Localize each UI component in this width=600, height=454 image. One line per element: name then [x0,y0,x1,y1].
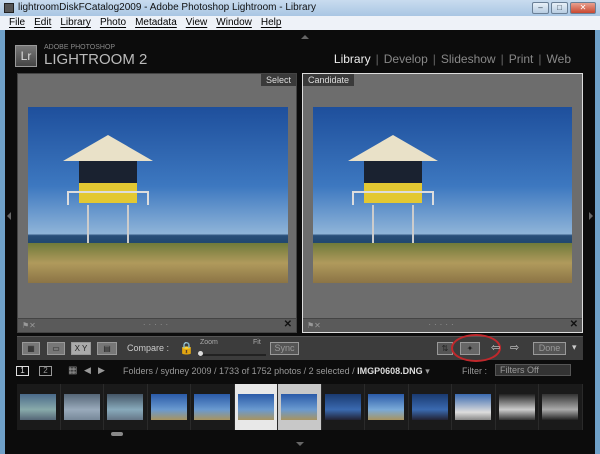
maximize-button[interactable]: □ [551,2,568,14]
rating-stars[interactable]: ····· [428,320,456,329]
zoom-label: Zoom [200,339,218,346]
minimize-button[interactable]: – [532,2,549,14]
menu-window[interactable]: Window [216,17,252,30]
module-library[interactable]: Library [334,52,371,66]
title-bar: lightroomDiskFCatalog2009 - Adobe Photos… [0,0,600,16]
done-button[interactable]: Done [533,342,566,355]
right-panel-toggle-icon[interactable] [589,212,593,220]
menu-library[interactable]: Library [60,17,91,30]
sync-button[interactable]: Sync [270,342,299,355]
close-pane-icon[interactable]: ✕ [570,319,578,330]
thumbnail[interactable] [191,384,235,430]
breadcrumb[interactable]: Folders / sydney 2009 / 1733 of 1752 pho… [123,366,430,377]
compare-label: Compare : [127,343,170,353]
select-pane-footer: ⚑✕ ····· ✕ [18,318,296,332]
lifeguard-tower [63,135,153,245]
toolbar-menu-chevron-icon[interactable]: ▾ [572,342,577,353]
fit-label: Fit [253,339,261,346]
rating-stars[interactable]: ····· [143,320,171,329]
compare-view-button[interactable]: X Y [71,342,91,355]
left-panel-toggle-icon[interactable] [7,212,11,220]
window-1-button[interactable]: 1 [16,366,29,376]
thumbnail[interactable] [496,384,539,430]
select-pane[interactable]: Select ⚑✕ ····· ✕ [17,73,297,333]
flag-icon[interactable]: ⚑✕ [307,321,321,330]
previous-arrow-icon[interactable]: ⇦ [491,341,500,354]
select-photo[interactable] [28,107,288,283]
thumbnail[interactable] [365,384,409,430]
thumbnail[interactable] [148,384,191,430]
candidate-label: Candidate [303,74,355,86]
select-label: Select [260,74,296,86]
thumbnail-selected[interactable] [234,384,278,430]
thumbnail[interactable] [17,384,61,430]
window-title: lightroomDiskFCatalog2009 - Adobe Photos… [18,2,316,13]
menu-photo[interactable]: Photo [100,17,126,30]
menu-file[interactable]: File [9,17,25,30]
thumbnail-selected[interactable] [278,384,322,430]
filter-select[interactable]: Filters Off [495,364,571,376]
menu-help[interactable]: Help [261,17,282,30]
module-slideshow[interactable]: Slideshow [441,52,496,66]
lightroom-logo: Lr [15,45,37,67]
menu-edit[interactable]: Edit [34,17,51,30]
module-web[interactable]: Web [547,52,571,66]
zoom-slider[interactable] [198,351,266,356]
back-arrow-icon[interactable]: ◀ [84,365,91,376]
next-arrow-icon[interactable]: ⇨ [510,341,519,354]
app-icon [4,3,14,13]
thumbnail[interactable] [61,384,104,430]
grid-icon[interactable]: ▦ [68,365,77,376]
candidate-pane-footer: ⚑✕ ····· ✕ [303,318,582,332]
filmstrip-header: 1 2 ▦ ◀ ▶ Folders / sydney 2009 / 1733 o… [5,362,595,380]
lifeguard-tower [348,135,438,245]
thumbnail[interactable] [322,384,365,430]
filter-label: Filter : [462,366,488,376]
candidate-pane[interactable]: Candidate ⚑✕ ····· ✕ [302,73,583,333]
module-picker: Library | Develop | Slideshow | Print | Web [333,52,571,66]
menu-bar: File Edit Library Photo Metadata View Wi… [0,16,600,30]
thumbnail[interactable] [539,384,583,430]
thumbnail[interactable] [104,384,148,430]
survey-view-button[interactable]: ▤ [97,342,117,355]
module-develop[interactable]: Develop [384,52,428,66]
flag-icon[interactable]: ⚑✕ [22,321,36,330]
candidate-photo[interactable] [313,107,572,283]
close-pane-icon[interactable]: ✕ [284,319,292,330]
brand-line1: ADOBE PHOTOSHOP [44,44,116,51]
bottom-panel-toggle-icon[interactable] [296,442,304,446]
top-panel-toggle-icon[interactable] [301,35,309,39]
close-button[interactable]: ✕ [570,2,596,14]
thumbnail[interactable] [409,384,452,430]
module-print[interactable]: Print [509,52,534,66]
brand-line2: LIGHTROOM 2 [44,51,148,68]
grid-view-button[interactable]: ▦ [22,342,40,355]
filmstrip [17,384,583,430]
menu-metadata[interactable]: Metadata [135,17,177,30]
current-filename: IMGP0608.DNG [357,366,423,376]
window-2-button[interactable]: 2 [39,366,52,376]
loupe-view-button[interactable]: ▭ [47,342,65,355]
lightroom-app: Lr ADOBE PHOTOSHOP LIGHTROOM 2 Library | … [5,30,595,454]
lock-icon[interactable]: 🔒 [179,341,194,355]
forward-arrow-icon[interactable]: ▶ [98,365,105,376]
compare-toolbar: ▦ ▭ X Y ▤ Compare : 🔒 Zoom Fit Sync ⇅ ✦ … [17,334,583,362]
menu-view[interactable]: View [186,17,208,30]
thumbnail[interactable] [452,384,496,430]
filmstrip-scrollbar[interactable] [111,432,123,436]
